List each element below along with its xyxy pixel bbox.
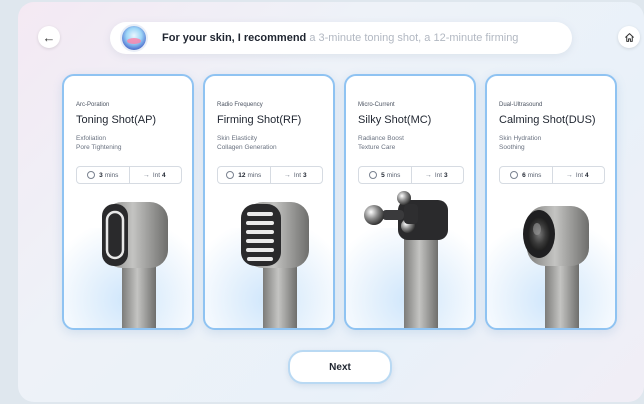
assistant-orb-icon: [122, 26, 146, 50]
card-calming-shot[interactable]: Dual-Ultrasound Calming Shot(DUS) Skin H…: [485, 74, 617, 330]
home-icon: [624, 32, 634, 42]
recommendation-bold-text: For your skin, I recommend: [162, 32, 307, 44]
back-button[interactable]: ←: [38, 26, 60, 48]
app-frame: ← For your skin, I recommend a 3-minute …: [18, 2, 644, 402]
card-toning-shot[interactable]: Arc-Poration Toning Shot(AP) Exfoliation…: [62, 74, 194, 330]
card-firming-shot[interactable]: Radio Frequency Firming Shot(RF) Skin El…: [203, 74, 335, 330]
recommendation-bar: For your skin, I recommend a 3-minute to…: [110, 22, 572, 54]
mc-device-image: [364, 191, 448, 328]
recommendation-text: For your skin, I recommend a 3-minute to…: [162, 32, 518, 44]
ap-device-image: [102, 202, 168, 328]
treatment-cards: Arc-Poration Toning Shot(AP) Exfoliation…: [62, 74, 618, 330]
next-button[interactable]: Next: [288, 350, 392, 384]
dus-device-image: [523, 206, 589, 328]
arrow-left-icon: ←: [42, 29, 56, 45]
home-button[interactable]: [618, 26, 640, 48]
rf-device-image: [241, 202, 309, 328]
card-silky-shot[interactable]: Micro-Current Silky Shot(MC) Radiance Bo…: [344, 74, 476, 330]
recommendation-faded-text: a 3-minute toning shot, a 12-minute firm…: [306, 32, 519, 44]
